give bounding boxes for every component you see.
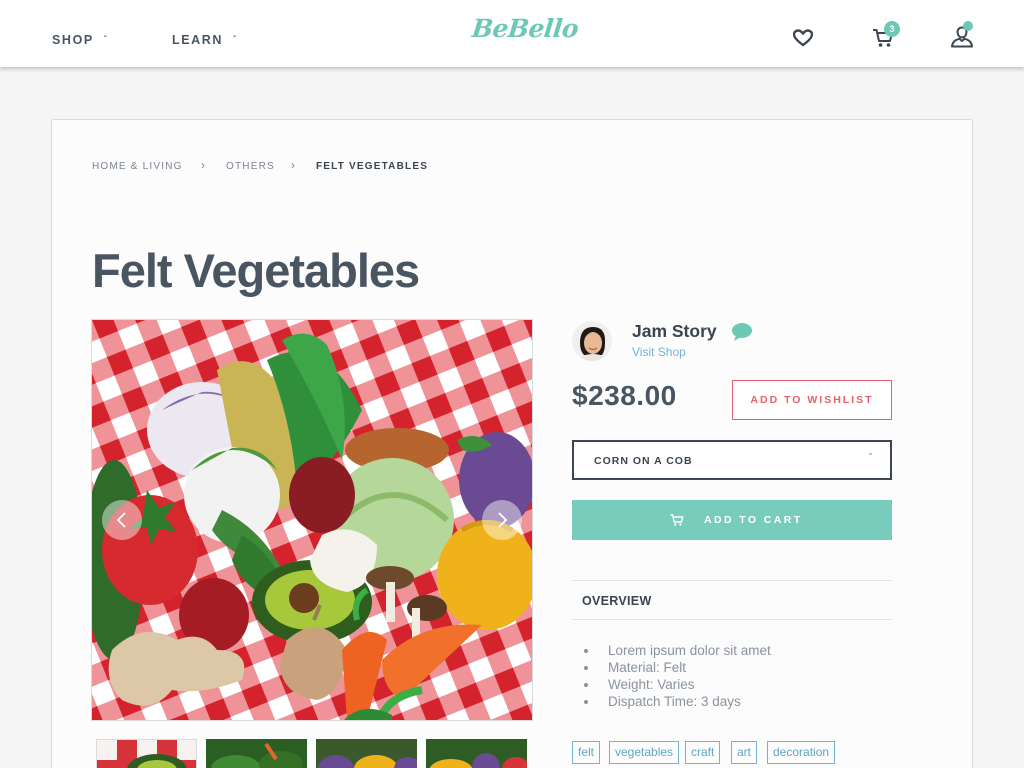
- heart-icon[interactable]: [792, 29, 814, 52]
- add-to-wishlist-button[interactable]: ADD TO WISHLIST: [732, 380, 892, 420]
- list-item: Dispatch Time: 3 days: [584, 693, 771, 710]
- product-title: Felt Vegetables: [92, 244, 420, 297]
- variant-selected-value: CORN ON A COB: [594, 455, 693, 467]
- list-item: Material: Felt: [584, 659, 771, 676]
- cart-count-badge: 3: [884, 21, 900, 37]
- breadcrumb-current: FELT VEGETABLES: [316, 161, 429, 172]
- nav-shop-label: SHOP: [52, 33, 94, 47]
- chevron-down-icon: ˇ: [103, 35, 109, 44]
- breadcrumb-others[interactable]: OTHERS: [226, 161, 275, 172]
- tag-craft[interactable]: craft: [685, 741, 721, 764]
- nav-shop[interactable]: SHOP ˇ: [52, 33, 108, 47]
- chat-bubble-icon[interactable]: [731, 322, 753, 347]
- seller-avatar[interactable]: [572, 321, 612, 361]
- visit-shop-link[interactable]: Visit Shop: [632, 345, 686, 359]
- tag-vegetables[interactable]: vegetables: [609, 741, 680, 764]
- tag-art[interactable]: art: [731, 741, 758, 764]
- chevron-down-icon: ˇ: [869, 452, 872, 462]
- add-to-cart-button[interactable]: ADD TO CART: [572, 500, 892, 540]
- notification-dot: [963, 21, 973, 31]
- tag-felt[interactable]: felt: [572, 741, 601, 764]
- cart-icon: [670, 513, 684, 531]
- chevron-right-icon: ›: [201, 158, 205, 172]
- list-item: Weight: Varies: [584, 676, 771, 693]
- tag-decoration[interactable]: decoration: [767, 741, 836, 764]
- divider: [572, 580, 892, 581]
- chevron-right-icon: [498, 512, 508, 528]
- thumbnail-1[interactable]: [96, 739, 197, 768]
- seller-name[interactable]: Jam Story: [632, 321, 717, 342]
- divider: [572, 619, 892, 620]
- product-image: [91, 319, 533, 721]
- site-header: SHOP ˇ LEARN ˇ BeBello 3: [0, 0, 1024, 67]
- chevron-left-icon: [116, 512, 126, 528]
- brand-logo[interactable]: BeBello: [470, 14, 579, 43]
- nav-learn-label: LEARN: [172, 33, 224, 47]
- variant-select[interactable]: CORN ON A COB ˇ: [572, 440, 892, 480]
- nav-learn[interactable]: LEARN ˇ: [172, 33, 237, 47]
- gallery-prev-button[interactable]: [102, 500, 142, 540]
- thumbnail-3[interactable]: [316, 739, 417, 768]
- thumbnail-2[interactable]: [206, 739, 307, 768]
- breadcrumb-home-living[interactable]: HOME & LIVING: [92, 161, 183, 172]
- product-price: $238.00: [572, 380, 677, 411]
- thumbnail-4[interactable]: [426, 739, 527, 768]
- chevron-down-icon: ˇ: [233, 35, 238, 44]
- overview-heading[interactable]: OVERVIEW: [582, 594, 652, 608]
- chevron-right-icon: ›: [291, 158, 295, 172]
- overview-list: Lorem ipsum dolor sit amet Material: Fel…: [584, 642, 771, 710]
- gallery-next-button[interactable]: [482, 500, 522, 540]
- add-to-cart-label: ADD TO CART: [704, 514, 803, 526]
- list-item: Lorem ipsum dolor sit amet: [584, 642, 771, 659]
